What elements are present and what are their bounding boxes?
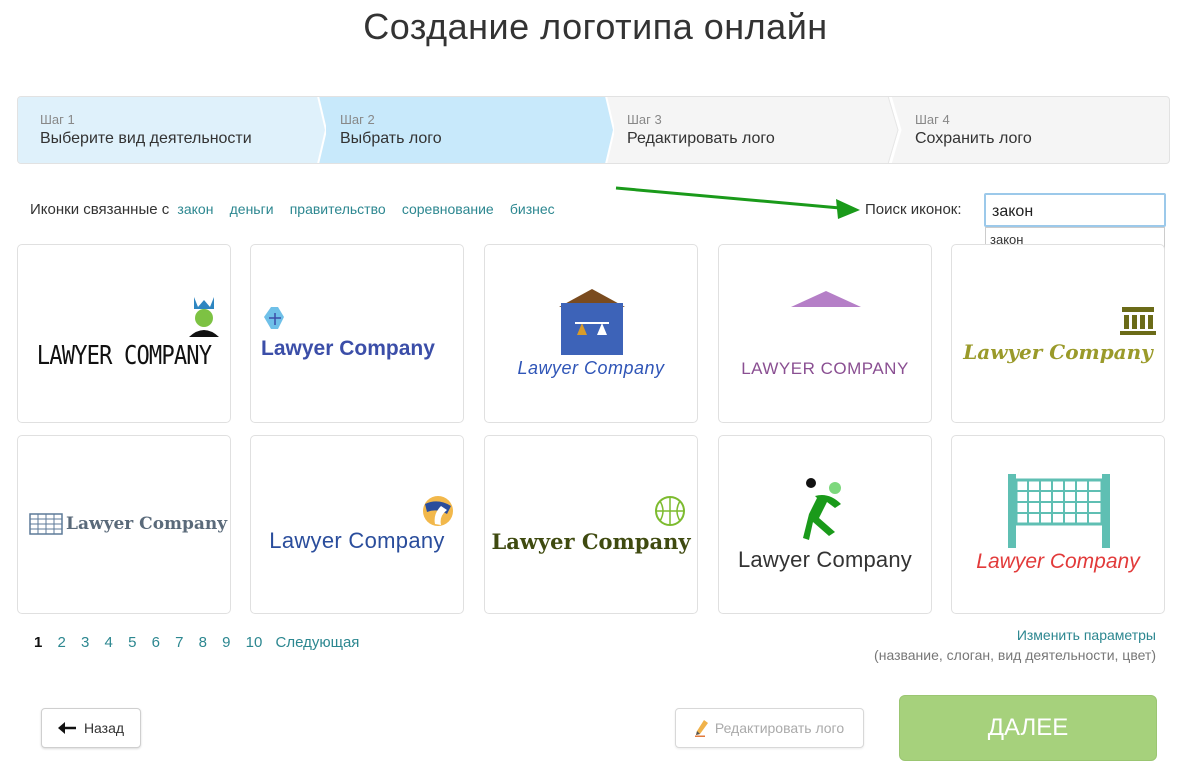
logo-text: Lawyer Company xyxy=(976,550,1140,573)
pagination: 1 2 3 4 5 6 7 8 9 10 Следующая xyxy=(34,634,370,651)
page-link[interactable]: 6 xyxy=(152,634,160,651)
page-link-current[interactable]: 1 xyxy=(34,634,42,651)
related-tags: Иконки связанные с закон деньги правител… xyxy=(30,201,555,218)
change-params-link[interactable]: Изменить параметры xyxy=(874,625,1156,645)
change-params-hint: (название, слоган, вид деятельности, цве… xyxy=(874,647,1156,663)
step-3[interactable]: Шаг 3 Редактировать лого xyxy=(606,97,894,163)
next-button[interactable]: ДАЛЕЕ xyxy=(899,695,1157,761)
edit-logo-button-label: Редактировать лого xyxy=(714,720,845,736)
step-number: Шаг 2 xyxy=(340,112,375,127)
page-link[interactable]: 4 xyxy=(105,634,113,651)
logo-text: LAWYER COMPANY xyxy=(36,341,212,371)
steps-bar: Шаг 1 Выберите вид деятельности Шаг 2 Вы… xyxy=(17,96,1170,164)
logo-text: LAWYER COMPANY xyxy=(741,359,909,378)
scales-house-icon xyxy=(559,289,625,355)
page-link[interactable]: 5 xyxy=(128,634,136,651)
next-page-link[interactable]: Следующая xyxy=(276,634,360,651)
logo-text: Lawyer Company xyxy=(738,547,912,572)
logo-text: Lawyer Company xyxy=(517,358,665,378)
change-params: Изменить параметры (название, слоган, ви… xyxy=(874,625,1156,665)
step-label: Сохранить лого xyxy=(915,130,1032,147)
related-label: Иконки связанные с xyxy=(30,201,170,218)
logo-text: Lawyer Company xyxy=(261,337,435,360)
logo-card[interactable]: Lawyer Company xyxy=(718,435,932,614)
logo-card[interactable]: Lawyer Company xyxy=(951,435,1165,614)
back-button[interactable]: Назад xyxy=(41,708,141,748)
volleyball-player-icon xyxy=(803,478,841,540)
step-separator-icon xyxy=(887,97,902,163)
logo-text: Lawyer Company xyxy=(963,340,1153,364)
basketball-icon xyxy=(655,496,685,526)
step-label: Выбрать лого xyxy=(340,130,442,147)
page-link[interactable]: 8 xyxy=(199,634,207,651)
arrow-left-icon xyxy=(57,722,76,734)
logo-card[interactable]: Lawyer Company xyxy=(951,244,1165,423)
back-button-label: Назад xyxy=(83,720,125,736)
step-1[interactable]: Шаг 1 Выберите вид деятельности xyxy=(18,97,318,163)
page-link[interactable]: 2 xyxy=(58,634,66,651)
step-label: Редактировать лого xyxy=(627,130,775,147)
page-link[interactable]: 9 xyxy=(222,634,230,651)
step-4[interactable]: Шаг 4 Сохранить лого xyxy=(894,97,1169,163)
page-title: Создание логотипа онлайн xyxy=(363,6,828,47)
annotation-arrow-icon xyxy=(615,186,860,219)
logo-card[interactable]: Lawyer Company xyxy=(484,244,698,423)
page-link[interactable]: 10 xyxy=(246,634,263,651)
next-button-label: ДАЛЕЕ xyxy=(987,714,1069,741)
logo-text: Lawyer Company xyxy=(491,529,691,554)
logo-card[interactable]: Lawyer Company xyxy=(484,435,698,614)
step-number: Шаг 4 xyxy=(915,112,950,127)
logo-card[interactable]: Lawyer Company xyxy=(250,244,464,423)
king-head-icon xyxy=(189,297,219,337)
tag-link[interactable]: соревнование xyxy=(402,201,494,217)
search-input[interactable] xyxy=(984,193,1166,227)
step-2[interactable]: Шаг 2 Выбрать лого xyxy=(318,97,606,163)
logo-card[interactable]: LAWYER COMPANY xyxy=(17,244,231,423)
logo-card[interactable]: Lawyer Company xyxy=(250,435,464,614)
volleyball-icon xyxy=(423,496,453,526)
logo-card[interactable]: LAWYER COMPANY xyxy=(718,244,932,423)
logo-text: Lawyer Company xyxy=(269,528,445,553)
step-number: Шаг 1 xyxy=(40,112,75,127)
page-link[interactable]: 3 xyxy=(81,634,89,651)
roof-icon xyxy=(791,291,861,307)
edit-logo-button[interactable]: Редактировать лого xyxy=(675,708,864,748)
logo-card[interactable]: Lawyer Company xyxy=(17,435,231,614)
tag-link[interactable]: деньги xyxy=(230,201,274,217)
step-separator-icon xyxy=(306,97,326,163)
step-number: Шаг 3 xyxy=(627,112,662,127)
tag-link[interactable]: правительство xyxy=(290,201,386,217)
step-separator-icon xyxy=(594,97,614,163)
page-link[interactable]: 7 xyxy=(175,634,183,651)
step-label: Выберите вид деятельности xyxy=(40,130,252,147)
courthouse-icon xyxy=(1120,307,1156,335)
tag-link[interactable]: бизнес xyxy=(510,201,555,217)
pencil-icon xyxy=(694,720,708,737)
scales-icon xyxy=(264,307,284,329)
tag-link[interactable]: закон xyxy=(177,201,213,217)
logo-text: Lawyer Company xyxy=(66,514,228,534)
search-label: Поиск иконок: xyxy=(865,201,962,218)
net-icon xyxy=(1008,474,1110,548)
